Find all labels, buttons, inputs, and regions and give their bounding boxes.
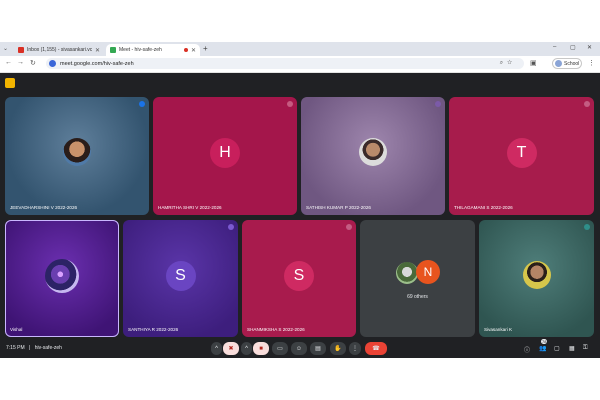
others-letter-avatar: N bbox=[416, 260, 440, 284]
participant-tile[interactable]: SATHISH KUMAR P 2022-2026 bbox=[301, 97, 445, 215]
gmail-icon bbox=[18, 47, 24, 53]
participant-name: THILAGAMANI S 2022-2026 bbox=[454, 205, 513, 210]
tab-inbox[interactable]: Inbox (1,155) - sivasankari.vcet... ✕ bbox=[14, 44, 104, 56]
avatar-letter: T bbox=[506, 138, 537, 168]
present-button[interactable]: ▤ bbox=[310, 342, 326, 355]
people-icon[interactable]: 👥 bbox=[539, 345, 546, 352]
mic-off-button[interactable]: ✖ bbox=[223, 342, 239, 355]
meeting-details-icon[interactable]: ⓘ bbox=[524, 345, 530, 354]
participant-tile[interactable]: JEEVADHARSHINI V 2022-2026 bbox=[5, 97, 149, 215]
more-options-button[interactable]: ⋮ bbox=[349, 342, 361, 355]
tab-title: Meet - hiv-safe-zeh bbox=[119, 47, 162, 53]
mic-status-icon bbox=[584, 101, 590, 107]
bookmark-star-icon[interactable]: ☆ bbox=[507, 60, 516, 66]
mic-status-icon bbox=[287, 101, 293, 107]
host-controls-icon[interactable]: ⚿ bbox=[583, 345, 588, 352]
url-field[interactable]: meet.google.com/hiv-safe-zeh ⌕☆ bbox=[46, 58, 524, 69]
chat-icon[interactable]: ▢ bbox=[554, 345, 560, 352]
tab-strip: ⌄ Inbox (1,155) - sivasankari.vcet... ✕ … bbox=[0, 42, 600, 56]
mic-status-icon bbox=[584, 224, 590, 230]
tab-search-icon[interactable]: ⌄ bbox=[3, 45, 8, 52]
people-count-badge: 78 bbox=[541, 339, 548, 344]
site-info-icon[interactable] bbox=[49, 60, 56, 67]
separator: | bbox=[29, 345, 31, 351]
minimize-button[interactable]: – bbox=[553, 44, 556, 50]
others-tile[interactable]: N 69 others bbox=[360, 220, 475, 337]
participant-tile[interactable]: S SHANMIKSHA S 2022-2026 bbox=[242, 220, 356, 337]
forward-icon[interactable]: → bbox=[17, 59, 24, 66]
close-window-button[interactable]: ✕ bbox=[587, 44, 592, 51]
avatar-photo bbox=[63, 138, 91, 166]
reload-icon[interactable]: ↻ bbox=[30, 59, 36, 67]
url-text: meet.google.com/hiv-safe-zeh bbox=[60, 60, 134, 67]
participant-tile[interactable]: Vishal bbox=[5, 220, 119, 337]
activity-badge-icon[interactable] bbox=[5, 78, 15, 88]
close-tab-icon[interactable]: ✕ bbox=[95, 47, 100, 54]
tab-title: Inbox (1,155) - sivasankari.vcet... bbox=[27, 47, 92, 53]
participant-tile[interactable]: S SANTHIYA R 2022-2026 bbox=[123, 220, 238, 337]
mic-options-button[interactable]: ^ bbox=[211, 342, 222, 355]
close-tab-icon[interactable]: ✕ bbox=[191, 47, 196, 54]
others-photo-avatar bbox=[396, 262, 418, 284]
omnibox-icons: ⌕☆ bbox=[500, 60, 516, 67]
avatar-letter: S bbox=[165, 260, 196, 291]
leave-call-button[interactable]: ☎ bbox=[365, 342, 387, 355]
camera-options-button[interactable]: ^ bbox=[241, 342, 252, 355]
new-tab-button[interactable]: + bbox=[203, 44, 208, 53]
avatar-letter: S bbox=[284, 260, 314, 291]
profile-button[interactable]: School bbox=[552, 58, 582, 69]
tab-meet[interactable]: Meet - hiv-safe-zeh ✕ bbox=[106, 44, 200, 56]
participant-name: SATHISH KUMAR P 2022-2026 bbox=[306, 205, 371, 210]
recording-icon bbox=[183, 48, 188, 52]
meeting-time: 7:15 PM bbox=[6, 345, 25, 351]
avatar-letter: H bbox=[210, 138, 240, 168]
profile-avatar bbox=[555, 60, 562, 67]
participant-tile[interactable]: H HAMRITHA SHRI V 2022-2026 bbox=[153, 97, 297, 215]
meet-icon bbox=[110, 47, 116, 53]
meet-stage: JEEVADHARSHINI V 2022-2026 H HAMRITHA SH… bbox=[0, 73, 600, 358]
participant-tile[interactable]: Sivasankari K bbox=[479, 220, 594, 337]
profile-label: School bbox=[564, 60, 580, 67]
meeting-controls: 7:15 PM | hiv-safe-zeh ^ ✖ ^ ■ ▭ ☺ ▤ ✋ ⋮… bbox=[0, 339, 600, 358]
participant-name: SANTHIYA R 2022-2026 bbox=[128, 327, 179, 332]
camera-off-button[interactable]: ■ bbox=[253, 342, 269, 355]
mic-status-icon bbox=[346, 224, 352, 230]
zoom-icon[interactable]: ⌕ bbox=[500, 60, 507, 66]
extensions-icon[interactable]: ▣ bbox=[530, 59, 537, 67]
participant-tile[interactable]: T THILAGAMANI S 2022-2026 bbox=[449, 97, 594, 215]
browser-window: ⌄ Inbox (1,155) - sivasankari.vcet... ✕ … bbox=[0, 42, 600, 358]
mic-status-icon bbox=[228, 224, 234, 230]
raise-hand-button[interactable]: ✋ bbox=[330, 342, 346, 355]
mic-status-icon bbox=[139, 101, 145, 107]
participant-name: JEEVADHARSHINI V 2022-2026 bbox=[10, 205, 78, 210]
participant-name: HAMRITHA SHRI V 2022-2026 bbox=[158, 205, 222, 210]
avatar-photo bbox=[359, 138, 387, 166]
maximize-button[interactable]: ▢ bbox=[570, 44, 576, 51]
participant-name: Sivasankari K bbox=[484, 327, 513, 332]
avatar-photo bbox=[45, 258, 79, 293]
emoji-button[interactable]: ☺ bbox=[291, 342, 307, 355]
address-bar: ← → ↻ meet.google.com/hiv-safe-zeh ⌕☆ ▣ … bbox=[0, 56, 600, 73]
meeting-code: hiv-safe-zeh bbox=[34, 345, 62, 351]
activities-icon[interactable]: ▦ bbox=[569, 345, 575, 352]
avatar-photo bbox=[522, 260, 551, 289]
back-icon[interactable]: ← bbox=[5, 59, 12, 66]
others-count: 69 others bbox=[407, 294, 428, 300]
participant-name: Vishal bbox=[10, 327, 23, 332]
mic-status-icon bbox=[435, 101, 441, 107]
participant-name: SHANMIKSHA S 2022-2026 bbox=[247, 327, 305, 332]
captions-button[interactable]: ▭ bbox=[272, 342, 288, 355]
meeting-info: 7:15 PM | hiv-safe-zeh bbox=[6, 345, 62, 351]
browser-menu-icon[interactable]: ⋮ bbox=[588, 59, 595, 67]
